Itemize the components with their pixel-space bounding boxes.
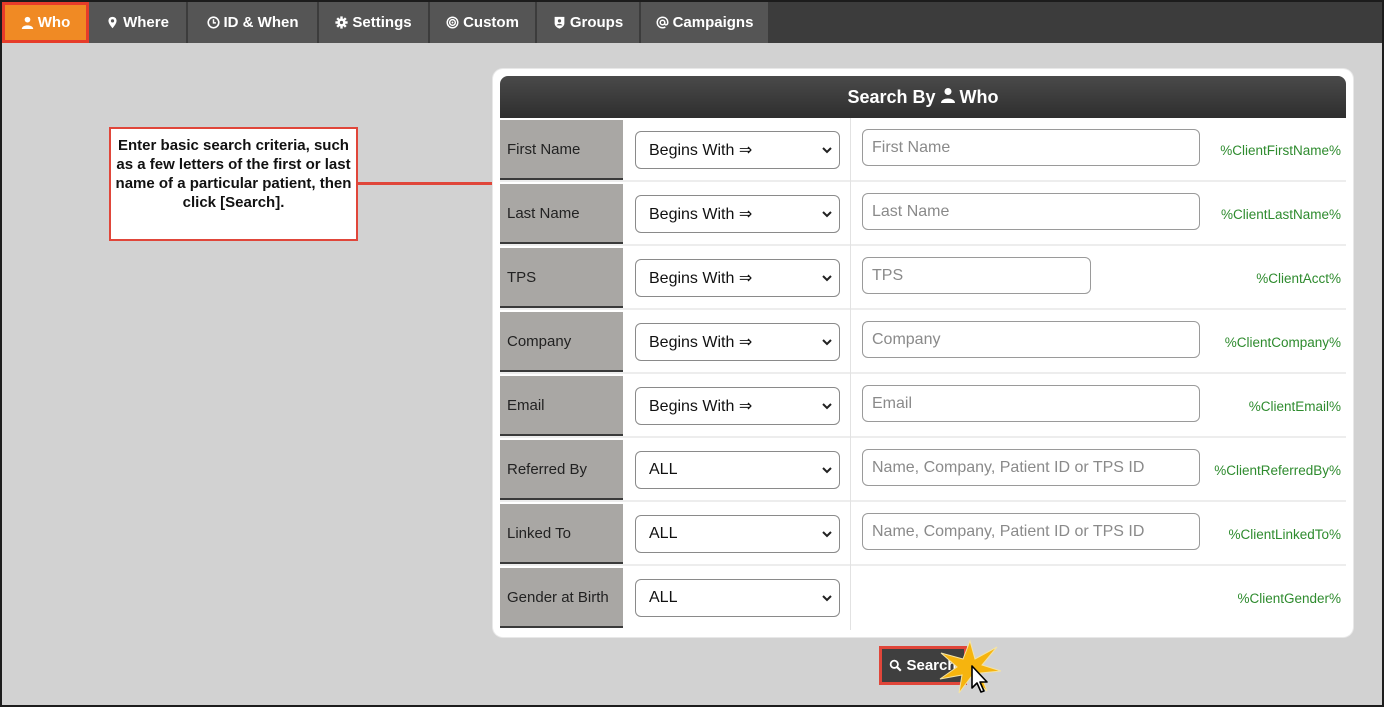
email-input[interactable]: Email xyxy=(862,385,1200,422)
match-select[interactable]: ALL xyxy=(635,451,840,489)
tab-custom[interactable]: Custom xyxy=(430,2,537,43)
column-divider xyxy=(850,246,851,310)
field-label: TPS xyxy=(500,248,623,308)
search-row-referred-by: Referred By ALL Name, Company, Patient I… xyxy=(500,438,1346,502)
select-value: Begins With ⇒ xyxy=(649,206,753,223)
map-pin-icon xyxy=(106,16,119,29)
mouse-cursor-icon xyxy=(971,665,988,693)
clock-icon xyxy=(206,16,220,29)
tab-label: Groups xyxy=(569,14,624,31)
search-icon xyxy=(890,659,902,672)
referred-by-input[interactable]: Name, Company, Patient ID or TPS ID xyxy=(862,449,1200,486)
field-label: Gender at Birth xyxy=(500,568,623,628)
match-select[interactable]: ALL xyxy=(635,579,840,617)
tab-bar: Who Where ID & When Settings Custom Grou… xyxy=(2,2,1382,43)
variable-name: %ClientAcct% xyxy=(1256,270,1341,286)
field-label: Email xyxy=(500,376,623,436)
chevron-down-icon xyxy=(822,595,832,602)
search-row-tps: TPS Begins With ⇒ TPS %ClientAcct% xyxy=(500,246,1346,310)
match-select[interactable]: Begins With ⇒ xyxy=(635,387,840,425)
column-divider xyxy=(850,118,851,182)
field-label: Company xyxy=(500,312,623,372)
match-select[interactable]: Begins With ⇒ xyxy=(635,323,840,361)
search-row-last-name: Last Name Begins With ⇒ Last Name %Clien… xyxy=(500,182,1346,246)
callout-connector xyxy=(357,182,499,185)
tab-label: Settings xyxy=(352,14,412,31)
variable-name: %ClientReferredBy% xyxy=(1214,462,1341,478)
variable-name: %ClientLinkedTo% xyxy=(1228,526,1341,542)
last-name-input[interactable]: Last Name xyxy=(862,193,1200,230)
tab-label: ID & When xyxy=(223,14,299,31)
variable-name: %ClientLastName% xyxy=(1220,206,1341,222)
badge-icon xyxy=(553,16,566,29)
tab-settings[interactable]: Settings xyxy=(319,2,430,43)
tab-label: Campaigns xyxy=(672,14,754,31)
chevron-down-icon xyxy=(822,531,832,538)
user-icon xyxy=(940,87,956,108)
target-icon xyxy=(446,16,459,29)
match-select[interactable]: Begins With ⇒ xyxy=(635,195,840,233)
column-divider xyxy=(850,438,851,502)
search-rows: First Name Begins With ⇒ First Name %Cli… xyxy=(500,118,1346,630)
panel-header: Search By Who xyxy=(500,76,1346,118)
instruction-callout: Enter basic search criteria, such as a f… xyxy=(109,127,358,241)
chevron-down-icon xyxy=(822,211,832,218)
field-label: First Name xyxy=(500,120,623,180)
at-icon xyxy=(656,16,669,29)
variable-name: %ClientFirstName% xyxy=(1220,142,1341,158)
match-select[interactable]: Begins With ⇒ xyxy=(635,131,840,169)
column-divider xyxy=(850,182,851,246)
variable-name: %ClientGender% xyxy=(1237,590,1341,606)
tab-groups[interactable]: Groups xyxy=(537,2,641,43)
column-divider xyxy=(850,310,851,374)
tab-who[interactable]: Who xyxy=(2,2,89,43)
match-select[interactable]: Begins With ⇒ xyxy=(635,259,840,297)
select-value: ALL xyxy=(649,525,678,542)
gear-icon xyxy=(335,16,348,29)
user-icon xyxy=(21,16,34,29)
field-label: Linked To xyxy=(500,504,623,564)
select-value: ALL xyxy=(649,589,678,606)
chevron-down-icon xyxy=(822,403,832,410)
tab-label: Custom xyxy=(463,14,519,31)
column-divider xyxy=(850,374,851,438)
tab-id-when[interactable]: ID & When xyxy=(188,2,319,43)
chevron-down-icon xyxy=(822,467,832,474)
search-row-first-name: First Name Begins With ⇒ First Name %Cli… xyxy=(500,118,1346,182)
company-input[interactable]: Company xyxy=(862,321,1200,358)
match-select[interactable]: ALL xyxy=(635,515,840,553)
tab-label: Where xyxy=(123,14,169,31)
search-row-gender-at-birth: Gender at Birth ALL %ClientGender% xyxy=(500,566,1346,630)
chevron-down-icon xyxy=(822,275,832,282)
select-value: Begins With ⇒ xyxy=(649,334,753,351)
select-value: Begins With ⇒ xyxy=(649,398,753,415)
field-label: Referred By xyxy=(500,440,623,500)
linked-to-input[interactable]: Name, Company, Patient ID or TPS ID xyxy=(862,513,1200,550)
search-panel: Search By Who First Name Begins With ⇒ F… xyxy=(493,69,1353,637)
select-value: Begins With ⇒ xyxy=(649,270,753,287)
select-value: ALL xyxy=(649,461,678,478)
variable-name: %ClientCompany% xyxy=(1224,334,1341,350)
panel-title: Search By xyxy=(847,86,936,107)
search-row-linked-to: Linked To ALL Name, Company, Patient ID … xyxy=(500,502,1346,566)
chevron-down-icon xyxy=(822,147,832,154)
search-row-email: Email Begins With ⇒ Email %ClientEmail% xyxy=(500,374,1346,438)
select-value: Begins With ⇒ xyxy=(649,142,753,159)
tab-label: Who xyxy=(37,14,71,31)
panel-title-suffix: Who xyxy=(959,86,999,107)
tps-input[interactable]: TPS xyxy=(862,257,1091,294)
variable-name: %ClientEmail% xyxy=(1248,398,1341,414)
first-name-input[interactable]: First Name xyxy=(862,129,1200,166)
field-label: Last Name xyxy=(500,184,623,244)
search-row-company: Company Begins With ⇒ Company %ClientCom… xyxy=(500,310,1346,374)
chevron-down-icon xyxy=(822,339,832,346)
column-divider xyxy=(850,566,851,630)
column-divider xyxy=(850,502,851,566)
tab-where[interactable]: Where xyxy=(89,2,188,43)
tab-campaigns[interactable]: Campaigns xyxy=(641,2,770,43)
